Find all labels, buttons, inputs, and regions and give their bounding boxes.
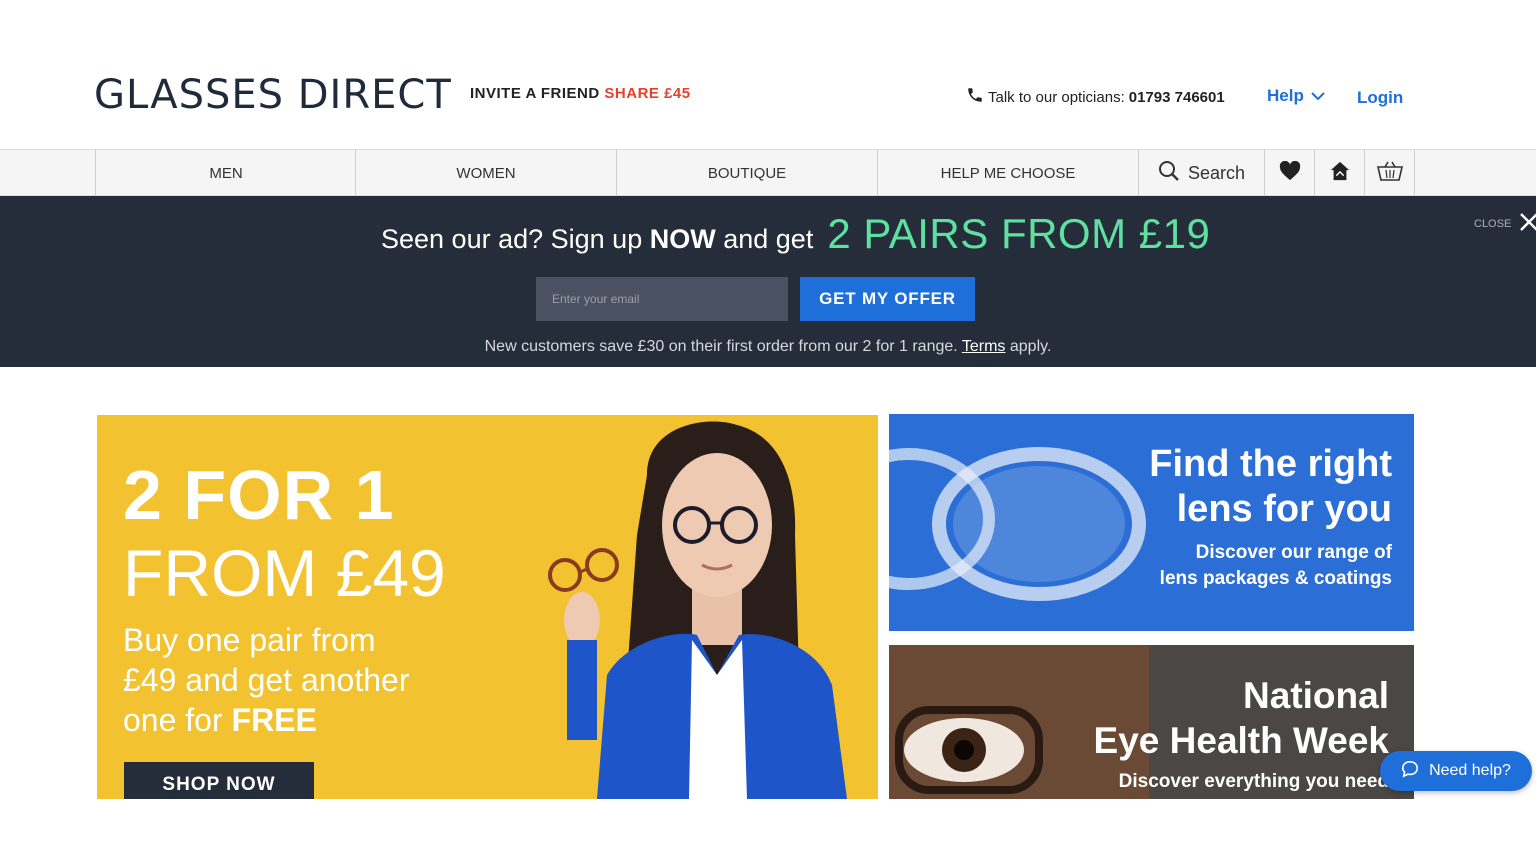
two-for-one-banner[interactable]: 2 FOR 1 FROM £49 Buy one pair from £49 a… xyxy=(97,415,878,799)
eye-health-week-banner[interactable]: National Eye Health Week Discover everyt… xyxy=(889,645,1414,799)
close-icon xyxy=(1519,212,1536,235)
promo-lead-end: and get xyxy=(723,224,814,254)
search-label: Search xyxy=(1187,162,1246,183)
promo-note: New customers save £30 on their first or… xyxy=(0,338,1536,356)
opticians-phone[interactable]: Talk to our opticians: 01793 746601 xyxy=(966,86,1225,108)
invite-share-amount: SHARE £45 xyxy=(604,85,691,102)
login-link[interactable]: Login xyxy=(1357,88,1403,108)
site-header: GLASSES DIRECT INVITE A FRIEND SHARE £45… xyxy=(0,0,1536,149)
promo-lead: Seen our ad? Sign up NOW and get xyxy=(381,224,813,255)
promo-note-text: New customers save £30 on their first or… xyxy=(484,338,958,355)
basket-button[interactable] xyxy=(1364,150,1414,196)
heart-icon xyxy=(1279,160,1301,185)
main-nav: MEN WOMEN BOUTIQUE HELP ME CHOOSE Search xyxy=(0,149,1536,196)
hero-line-3-start: one for xyxy=(123,702,223,738)
close-label: CLOSE xyxy=(1474,217,1512,230)
search-icon xyxy=(1158,160,1180,187)
email-input[interactable] xyxy=(536,277,788,321)
invite-friend-link[interactable]: INVITE A FRIEND SHARE £45 xyxy=(470,85,691,102)
need-help-chat-button[interactable]: Need help? xyxy=(1380,751,1532,791)
lens-title-line-2: lens for you xyxy=(1176,488,1392,530)
terms-link[interactable]: Terms xyxy=(962,338,1006,355)
promo-offer-headline: 2 PAIRS FROM £19 xyxy=(827,210,1211,257)
close-promo-button[interactable]: CLOSE xyxy=(1474,212,1536,235)
eye-title: National Eye Health Week xyxy=(1094,673,1389,763)
home-try-on-button[interactable] xyxy=(1314,150,1364,196)
need-help-label: Need help? xyxy=(1429,762,1511,779)
lens-banner[interactable]: Find the right lens for you Discover our… xyxy=(889,414,1414,631)
hero-line-2: £49 and get another xyxy=(123,662,410,698)
model-with-glasses-image xyxy=(548,421,847,799)
hero-description: Buy one pair from £49 and get another on… xyxy=(123,620,463,740)
get-my-offer-button[interactable]: GET MY OFFER xyxy=(800,277,975,321)
invite-text: INVITE A FRIEND xyxy=(470,85,600,102)
lens-sub-line-1: Discover our range of xyxy=(1195,542,1392,563)
promo-lead-now: NOW xyxy=(649,224,716,254)
hero-subtitle: FROM £49 xyxy=(123,536,446,610)
hero-line-1: Buy one pair from xyxy=(123,622,376,658)
phone-icon xyxy=(966,86,984,108)
home-try-on-icon xyxy=(1329,160,1351,186)
nav-item-women[interactable]: WOMEN xyxy=(355,150,616,196)
hero-title: 2 FOR 1 xyxy=(123,456,395,534)
promo-lead-start: Seen our ad? Sign up xyxy=(381,224,643,254)
shop-now-button[interactable]: SHOP NOW xyxy=(124,762,314,799)
chevron-down-icon xyxy=(1310,86,1326,106)
lens-sub-line-2: lens packages & coatings xyxy=(1159,568,1392,589)
lens-title: Find the right lens for you xyxy=(1149,442,1392,532)
eye-title-line-1: National xyxy=(1243,675,1389,716)
lens-title-line-1: Find the right xyxy=(1149,443,1392,485)
chat-bubble-icon xyxy=(1401,760,1419,783)
wishlist-button[interactable] xyxy=(1264,150,1314,196)
eye-subtitle: Discover everything you need xyxy=(1118,771,1389,792)
nav-item-boutique[interactable]: BOUTIQUE xyxy=(616,150,877,196)
hero-line-3-free: FREE xyxy=(231,702,317,738)
nav-item-help-me-choose[interactable]: HELP ME CHOOSE xyxy=(877,150,1138,196)
site-logo[interactable]: GLASSES DIRECT xyxy=(94,72,452,118)
hero-line-3: one for FREE xyxy=(123,700,463,740)
help-menu[interactable]: Help xyxy=(1267,86,1326,106)
phone-label: Talk to our opticians: xyxy=(988,88,1125,106)
basket-icon xyxy=(1376,161,1403,185)
nav-divider xyxy=(1414,150,1415,196)
help-label: Help xyxy=(1267,86,1304,105)
nav-search[interactable]: Search xyxy=(1138,150,1264,196)
phone-number: 01793 746601 xyxy=(1128,88,1225,106)
promo-note-end: apply. xyxy=(1009,338,1052,355)
nav-item-men[interactable]: MEN xyxy=(95,150,356,196)
lens-subtitle: Discover our range of lens packages & co… xyxy=(1160,540,1392,592)
eye-title-line-2: Eye Health Week xyxy=(1093,720,1389,761)
